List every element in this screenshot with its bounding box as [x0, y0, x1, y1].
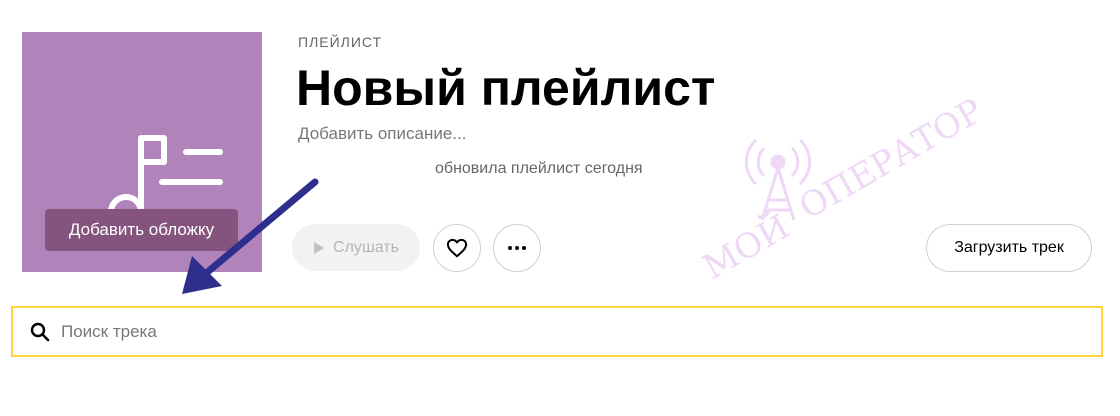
search-icon	[30, 322, 50, 342]
page-title[interactable]: Новый плейлист	[296, 58, 715, 118]
more-options-button[interactable]	[493, 224, 541, 272]
heart-icon	[446, 238, 468, 258]
watermark-text-left: МОЙ	[696, 205, 797, 288]
more-dots-icon	[508, 246, 526, 250]
search-input[interactable]	[61, 308, 1081, 355]
add-description-link[interactable]: Добавить описание...	[298, 124, 466, 144]
annotation-arrow	[182, 178, 319, 294]
like-button[interactable]	[433, 224, 481, 272]
updated-status: обновила плейлист сегодня	[435, 160, 643, 177]
watermark-logo: МОЙ ОПЕРАТОР	[696, 91, 990, 288]
playlist-type-label: ПЛЕЙЛИСТ	[298, 34, 383, 50]
listen-button-label: Слушать	[333, 238, 399, 256]
track-search[interactable]	[11, 306, 1103, 357]
watermark-text-right: ОПЕРАТОР	[793, 91, 990, 228]
